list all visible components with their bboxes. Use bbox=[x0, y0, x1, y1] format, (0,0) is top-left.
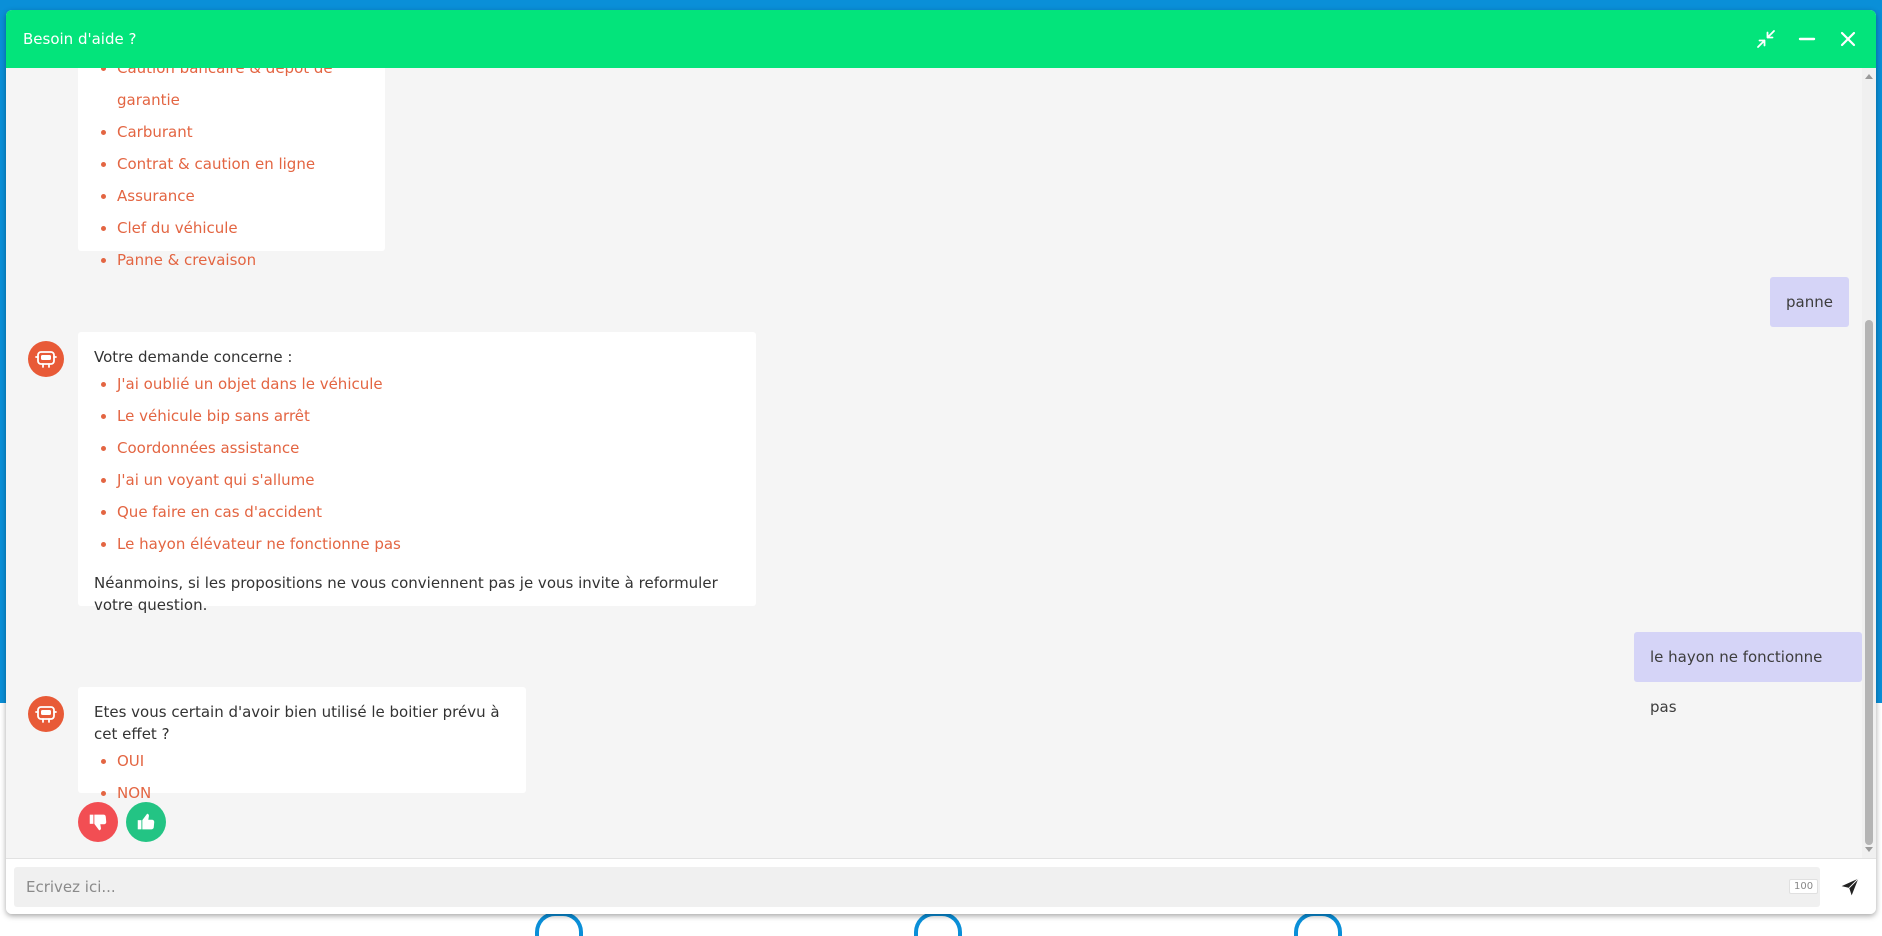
message-text: Votre demande concerne : bbox=[94, 348, 293, 366]
suggestion-link[interactable]: Coordonnées assistance bbox=[117, 432, 740, 464]
robot-icon bbox=[35, 351, 57, 368]
composer: 100 bbox=[6, 858, 1876, 914]
suggestion-link[interactable]: Carburant bbox=[117, 116, 369, 148]
minimize-button[interactable] bbox=[1793, 25, 1821, 53]
suggestion-link[interactable]: J'ai un voyant qui s'allume bbox=[117, 464, 740, 496]
suggestion-link[interactable]: Contrat & caution en ligne bbox=[117, 148, 369, 180]
scroll-down-arrow[interactable] bbox=[1865, 847, 1873, 852]
suggestion-list: OUI NON bbox=[94, 745, 510, 809]
thumbs-up-button[interactable] bbox=[126, 802, 166, 842]
send-icon bbox=[1841, 878, 1859, 896]
collapse-icon bbox=[1757, 30, 1775, 48]
suggestion-link[interactable]: Panne & crevaison bbox=[117, 244, 369, 276]
chat-title: Besoin d'aide ? bbox=[23, 30, 137, 48]
message-scrollbar[interactable] bbox=[1862, 68, 1876, 858]
message-input[interactable] bbox=[14, 867, 1820, 907]
suggestion-list: Caution bancaire & dépôt de garantie Car… bbox=[94, 68, 369, 276]
send-button[interactable] bbox=[1836, 873, 1864, 901]
thumbs-down-icon bbox=[89, 814, 107, 831]
bot-message: Votre demande concerne : J'ai oublié un … bbox=[78, 332, 756, 614]
suggestion-link[interactable]: J'ai oublié un objet dans le véhicule bbox=[117, 368, 740, 400]
scroll-up-arrow[interactable] bbox=[1865, 74, 1873, 79]
suggestion-link[interactable]: Assurance bbox=[117, 180, 369, 212]
collapse-button[interactable] bbox=[1752, 25, 1780, 53]
bot-avatar bbox=[28, 696, 64, 732]
suggestion-link[interactable]: Le véhicule bip sans arrêt bbox=[117, 400, 740, 432]
bot-message: Caution bancaire & dépôt de garantie Car… bbox=[78, 68, 385, 269]
suggestion-link[interactable]: Le hayon élévateur ne fonctionne pas bbox=[117, 528, 740, 560]
message-text: Etes vous certain d'avoir bien utilisé l… bbox=[94, 703, 500, 743]
minimize-icon bbox=[1798, 37, 1816, 41]
scroll-thumb[interactable] bbox=[1865, 320, 1873, 845]
thumbs-down-button[interactable] bbox=[78, 802, 118, 842]
suggestion-link[interactable]: Que faire en cas d'accident bbox=[117, 496, 740, 528]
bot-message: Etes vous certain d'avoir bien utilisé l… bbox=[78, 687, 526, 802]
suggestion-link[interactable]: NON bbox=[117, 777, 510, 809]
user-message: panne bbox=[1770, 277, 1849, 327]
suggestion-link[interactable]: Caution bancaire & dépôt de garantie bbox=[117, 68, 369, 116]
char-counter: 100 bbox=[1789, 879, 1819, 894]
bot-avatar bbox=[28, 341, 64, 377]
chat-widget: Besoin d'aide ? Caution bancaire & dépôt… bbox=[6, 10, 1876, 914]
thumbs-up-icon bbox=[137, 813, 155, 830]
close-icon bbox=[1840, 31, 1856, 47]
suggestion-link[interactable]: Clef du véhicule bbox=[117, 212, 369, 244]
suggestion-list: J'ai oublié un objet dans le véhicule Le… bbox=[94, 368, 740, 560]
close-button[interactable] bbox=[1834, 25, 1862, 53]
suggestion-link[interactable]: OUI bbox=[117, 745, 510, 777]
message-list: Caution bancaire & dépôt de garantie Car… bbox=[6, 68, 1862, 858]
message-text: Néanmoins, si les propositions ne vous c… bbox=[94, 574, 718, 614]
robot-icon bbox=[35, 706, 57, 723]
chat-header: Besoin d'aide ? bbox=[6, 10, 1876, 68]
user-message: le hayon ne fonctionne pas bbox=[1634, 632, 1862, 716]
